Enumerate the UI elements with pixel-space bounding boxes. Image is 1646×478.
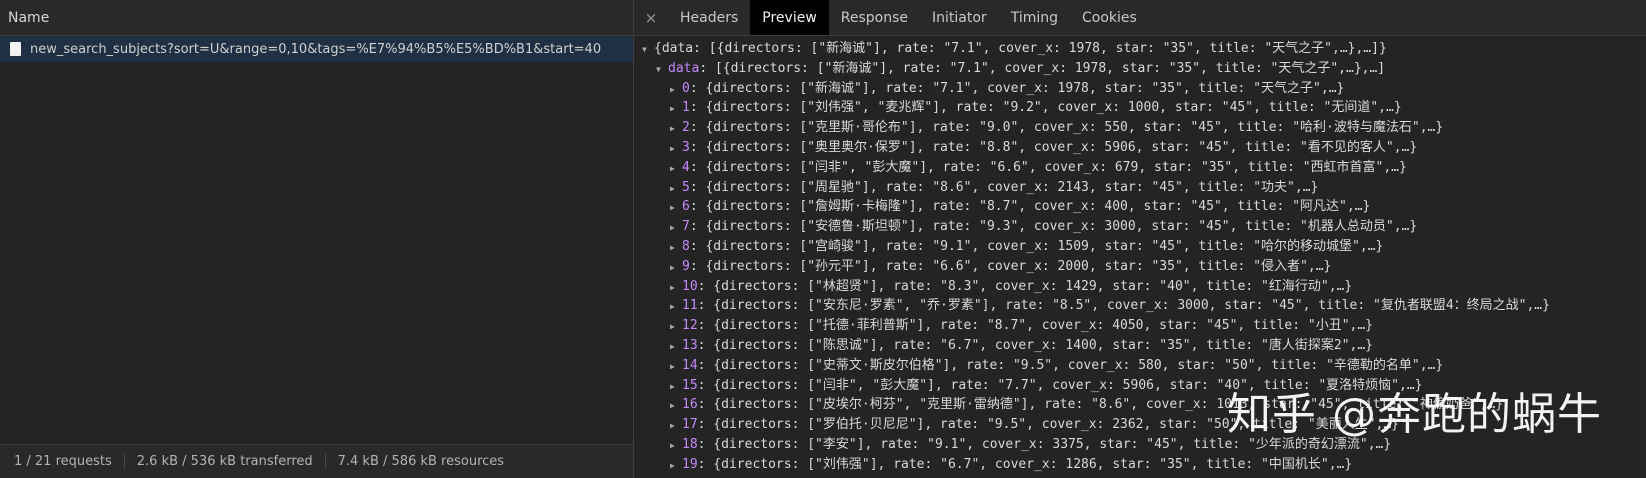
tree-item-text: : {directors: ["刘伟强", "麦兆辉"], rate: "9.2… (689, 100, 1402, 116)
collapse-triangle-icon[interactable] (670, 199, 682, 214)
collapse-triangle-icon[interactable] (670, 120, 682, 135)
collapse-triangle-icon[interactable] (670, 437, 682, 452)
collapse-triangle-icon[interactable] (670, 378, 682, 393)
tree-item-text: : {directors: ["詹姆斯·卡梅隆"], rate: "8.7", … (689, 199, 1371, 215)
tree-item-row[interactable]: 11: {directors: ["安东尼·罗素", "乔·罗素"], rate… (634, 296, 1646, 316)
tree-item-index: 3 (682, 139, 690, 155)
name-column-label: Name (8, 9, 50, 26)
tree-item-row[interactable]: 4: {directors: ["闫非", "彭大魔"], rate: "6.6… (634, 158, 1646, 178)
tree-item-row[interactable]: 6: {directors: ["詹姆斯·卡梅隆"], rate: "8.7",… (634, 197, 1646, 217)
collapse-triangle-icon[interactable] (670, 318, 682, 333)
collapse-triangle-icon[interactable] (670, 397, 682, 412)
tree-item-row[interactable]: 0: {directors: ["新海诚"], rate: "7.1", cov… (634, 79, 1646, 99)
tree-data-row[interactable]: data: [{directors: ["新海诚"], rate: "7.1",… (634, 59, 1646, 79)
expand-triangle-icon[interactable] (642, 41, 654, 56)
network-request-list: Name new_search_subjects?sort=U&range=0,… (0, 0, 634, 478)
tree-item-text: : {directors: ["孙元平"], rate: "6.6", cove… (689, 258, 1332, 274)
collapse-triangle-icon[interactable] (670, 140, 682, 155)
tab-initiator[interactable]: Initiator (920, 0, 999, 35)
tree-item-text: : {directors: ["托德·菲利普斯"], rate: "8.7", … (697, 318, 1374, 334)
request-name: new_search_subjects?sort=U&range=0,10&ta… (30, 41, 602, 57)
tab-response[interactable]: Response (829, 0, 920, 35)
tab-timing[interactable]: Timing (999, 0, 1070, 35)
transferred-size: 2.6 kB / 536 kB transferred (137, 454, 326, 469)
tree-item-text: : {directors: ["周星驰"], rate: "8.6", cove… (689, 179, 1319, 195)
watermark: 知乎 @奔跑的蜗牛 (1227, 389, 1602, 440)
collapse-triangle-icon[interactable] (670, 160, 682, 175)
tab-headers[interactable]: Headers (668, 0, 750, 35)
tab-preview[interactable]: Preview (750, 0, 829, 35)
tree-item-row[interactable]: 8: {directors: ["宫崎骏"], rate: "9.1", cov… (634, 237, 1646, 257)
collapse-triangle-icon[interactable] (670, 457, 682, 472)
tree-item-row[interactable]: 10: {directors: ["林超贤"], rate: "8.3", co… (634, 277, 1646, 297)
collapse-triangle-icon[interactable] (670, 259, 682, 274)
tree-item-index: 8 (682, 238, 690, 254)
tree-root-row[interactable]: {data: [{directors: ["新海诚"], rate: "7.1"… (634, 39, 1646, 59)
tree-item-index: 13 (682, 337, 698, 353)
tree-item-index: 2 (682, 120, 690, 136)
collapse-triangle-icon[interactable] (670, 239, 682, 254)
tree-item-index: 16 (682, 397, 698, 413)
collapse-triangle-icon[interactable] (670, 81, 682, 96)
expand-triangle-icon[interactable] (656, 61, 668, 76)
tree-item-index: 7 (682, 219, 690, 235)
tree-item-index: 0 (682, 80, 690, 96)
tree-item-row[interactable]: 13: {directors: ["陈思诚"], rate: "6.7", co… (634, 336, 1646, 356)
tree-item-text: : {directors: ["克里斯·哥伦布"], rate: "9.0", … (689, 120, 1444, 136)
tree-item-text: : {directors: ["史蒂文·斯皮尔伯格"], rate: "9.5"… (697, 357, 1444, 373)
tree-item-index: 10 (682, 278, 698, 294)
tree-item-row[interactable]: 19: {directors: ["刘伟强"], rate: "6.7", co… (634, 455, 1646, 475)
tree-item-row[interactable]: 12: {directors: ["托德·菲利普斯"], rate: "8.7"… (634, 316, 1646, 336)
tree-root-text: {data: [{directors: ["新海诚"], rate: "7.1"… (654, 41, 1387, 56)
tree-item-text: : {directors: ["奥里奥尔·保罗"], rate: "8.8", … (689, 139, 1418, 155)
tree-item-text: : {directors: ["闫非", "彭大魔"], rate: "6.6"… (689, 159, 1407, 175)
name-column-header[interactable]: Name (0, 0, 633, 36)
tree-item-text: : {directors: ["刘伟强"], rate: "6.7", cove… (697, 456, 1353, 472)
tree-item-index: 12 (682, 318, 698, 334)
tree-item-index: 6 (682, 199, 690, 215)
tree-item-index: 19 (682, 456, 698, 472)
tree-item-index: 5 (682, 179, 690, 195)
collapse-triangle-icon[interactable] (670, 417, 682, 432)
tree-item-text: : {directors: ["陈思诚"], rate: "6.7", cove… (697, 337, 1374, 353)
tree-item-text: : {directors: ["林超贤"], rate: "8.3", cove… (697, 278, 1353, 294)
collapse-triangle-icon[interactable] (670, 219, 682, 234)
tree-item-row[interactable]: 5: {directors: ["周星驰"], rate: "8.6", cov… (634, 178, 1646, 198)
tree-item-row[interactable]: 2: {directors: ["克里斯·哥伦布"], rate: "9.0",… (634, 118, 1646, 138)
collapse-triangle-icon[interactable] (670, 338, 682, 353)
request-count: 1 / 21 requests (14, 454, 125, 469)
tab-cookies[interactable]: Cookies (1070, 0, 1149, 35)
tree-item-row[interactable]: 9: {directors: ["孙元平"], rate: "6.6", cov… (634, 257, 1646, 277)
tree-key: data (668, 60, 700, 76)
detail-tabs: × Headers Preview Response Initiator Tim… (634, 0, 1646, 36)
tree-item-text: : {directors: ["安东尼·罗素", "乔·罗素"], rate: … (697, 298, 1550, 314)
tree-item-index: 14 (682, 357, 698, 373)
tree-item-row[interactable]: 14: {directors: ["史蒂文·斯皮尔伯格"], rate: "9.… (634, 356, 1646, 376)
tree-data-text: : [{directors: ["新海诚"], rate: "7.1", cov… (699, 60, 1386, 76)
tree-item-index: 15 (682, 377, 698, 393)
request-row[interactable]: new_search_subjects?sort=U&range=0,10&ta… (0, 36, 633, 62)
tree-item-text: : {directors: ["新海诚"], rate: "7.1", cove… (689, 80, 1345, 96)
collapse-triangle-icon[interactable] (670, 358, 682, 373)
close-icon[interactable]: × (634, 0, 668, 35)
collapse-triangle-icon[interactable] (670, 298, 682, 313)
resources-size: 7.4 kB / 586 kB resources (337, 454, 505, 469)
network-summary-bar: 1 / 21 requests 2.6 kB / 536 kB transfer… (0, 444, 633, 478)
tree-item-index: 17 (682, 417, 698, 433)
collapse-triangle-icon[interactable] (670, 279, 682, 294)
collapse-triangle-icon[interactable] (670, 180, 682, 195)
tree-item-row[interactable]: 3: {directors: ["奥里奥尔·保罗"], rate: "8.8",… (634, 138, 1646, 158)
tree-item-row[interactable]: 1: {directors: ["刘伟强", "麦兆辉"], rate: "9.… (634, 98, 1646, 118)
document-icon (10, 42, 21, 56)
tree-item-index: 1 (682, 100, 690, 116)
tree-item-text: : {directors: ["安德鲁·斯坦顿"], rate: "9.3", … (689, 219, 1418, 235)
tree-item-index: 11 (682, 298, 698, 314)
tree-item-index: 4 (682, 159, 690, 175)
tree-item-row[interactable]: 7: {directors: ["安德鲁·斯坦顿"], rate: "9.3",… (634, 217, 1646, 237)
tree-item-index: 18 (682, 436, 698, 452)
tree-item-text: : {directors: ["宫崎骏"], rate: "9.1", cove… (689, 238, 1384, 254)
collapse-triangle-icon[interactable] (670, 100, 682, 115)
tree-item-index: 9 (682, 258, 690, 274)
